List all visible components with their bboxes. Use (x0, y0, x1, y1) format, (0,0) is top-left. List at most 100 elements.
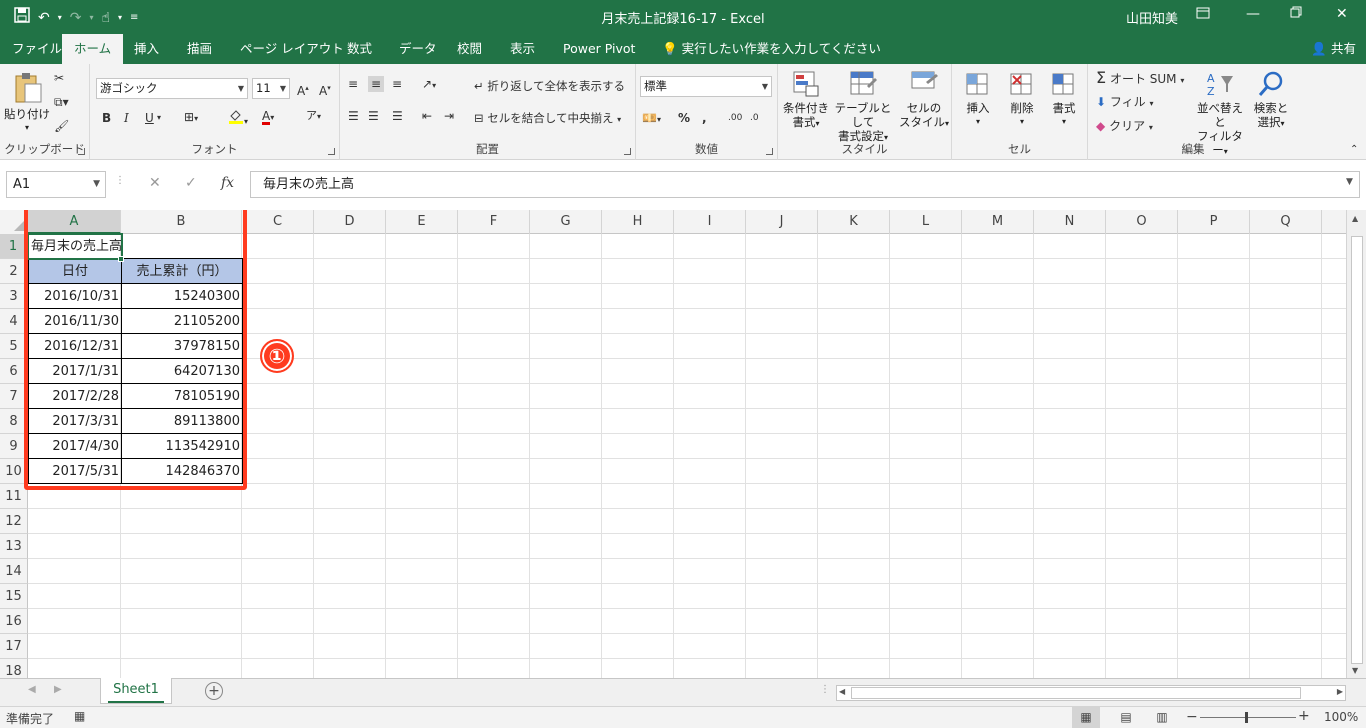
column-header-j[interactable]: J (746, 210, 818, 234)
fill-color-icon[interactable]: ▾ (228, 108, 248, 130)
tab-review[interactable]: 校閲 (445, 34, 494, 64)
font-color-icon[interactable]: A▾ (262, 108, 274, 126)
clear-button[interactable]: ◆ クリア ▾ (1096, 118, 1153, 136)
cancel-icon[interactable]: ✕ (149, 175, 161, 191)
column-header-q[interactable]: Q (1250, 210, 1322, 234)
tab-insert[interactable]: 挿入 (122, 34, 171, 64)
worksheet-grid[interactable]: ABCDEFGHIJKLMNOPQ 1 2 3 4 5 6 7 8 9 10 11 12 13 14 15 1… (0, 210, 1366, 678)
align-center-icon[interactable]: ☰ (368, 108, 379, 124)
format-cells-button[interactable]: 書式 ▾ (1042, 70, 1086, 129)
find-select-button[interactable]: 検索と 選択▾ (1248, 70, 1294, 131)
cut-icon[interactable]: ✂ (54, 70, 64, 86)
column-header-i[interactable]: I (674, 210, 746, 234)
increase-decimal-icon[interactable]: .00 (728, 110, 742, 126)
zoom-slider[interactable] (1200, 717, 1296, 718)
close-icon[interactable]: ✕ (1336, 6, 1348, 22)
orientation-icon[interactable]: ↗▾ (422, 76, 436, 94)
tab-draw[interactable]: 描画 (175, 34, 224, 64)
row-header-14[interactable]: 14 (0, 559, 28, 584)
align-middle-icon[interactable]: ≡ (368, 76, 385, 92)
tab-power-pivot[interactable]: Power Pivot (551, 34, 647, 64)
tab-data[interactable]: データ (387, 34, 449, 64)
merge-center-button[interactable]: ⊟ セルを結合して中央揃え ▾ (474, 110, 621, 128)
alignment-launcher-icon[interactable] (624, 148, 631, 155)
zoom-slider-thumb[interactable] (1245, 712, 1248, 723)
format-painter-icon[interactable]: 🖌 (54, 118, 69, 134)
cell-styles-button[interactable]: セルの スタイル▾ (898, 70, 950, 131)
underline-dropdown-icon[interactable]: ▾ (157, 110, 161, 126)
zoom-in-icon[interactable]: + (1298, 708, 1310, 724)
number-format-combo[interactable]: 標準 ▼ (640, 76, 772, 97)
tab-formulas[interactable]: 数式 (335, 34, 384, 64)
number-launcher-icon[interactable] (766, 148, 773, 155)
bold-button[interactable]: B (102, 110, 111, 126)
clipboard-launcher-icon[interactable] (78, 148, 85, 155)
shrink-font-icon[interactable]: A▾ (319, 80, 331, 99)
row-header-16[interactable]: 16 (0, 609, 28, 634)
percent-style-icon[interactable]: % (678, 110, 690, 126)
vertical-scrollbar[interactable]: ▲ ▼ (1346, 210, 1366, 678)
borders-icon[interactable]: ⊞▾ (184, 109, 198, 127)
scroll-down-icon[interactable]: ▼ (1352, 666, 1358, 675)
enter-icon[interactable]: ✓ (185, 175, 197, 191)
copy-icon[interactable]: ⧉▾ (54, 94, 69, 110)
minimize-icon[interactable]: — (1246, 6, 1260, 22)
align-right-icon[interactable]: ☰ (392, 108, 403, 124)
prev-sheet-icon[interactable]: ◀ (28, 684, 36, 695)
column-header-p[interactable]: P (1178, 210, 1250, 234)
font-launcher-icon[interactable] (328, 148, 335, 155)
row-header-12[interactable]: 12 (0, 509, 28, 534)
column-header-l[interactable]: L (890, 210, 962, 234)
align-top-icon[interactable]: ≡ (348, 76, 358, 92)
next-sheet-icon[interactable]: ▶ (54, 684, 62, 695)
delete-cells-button[interactable]: 削除 ▾ (1000, 70, 1044, 129)
row-header-13[interactable]: 13 (0, 534, 28, 559)
underline-button[interactable]: U (145, 110, 154, 126)
user-name[interactable]: 山田知美 (1126, 8, 1178, 27)
insert-cells-button[interactable]: 挿入 ▾ (956, 70, 1000, 129)
scroll-left-icon[interactable]: ◀ (839, 687, 845, 696)
font-size-combo[interactable]: 11 ▼ (252, 78, 290, 99)
formula-input[interactable]: 毎月末の売上高 (250, 171, 1360, 198)
grow-font-icon[interactable]: A▴ (297, 80, 309, 99)
scroll-up-icon[interactable]: ▲ (1352, 214, 1358, 223)
column-header-e[interactable]: E (386, 210, 458, 234)
row-header-18[interactable]: 18 (0, 659, 28, 678)
zoom-out-icon[interactable]: − (1186, 709, 1198, 725)
phonetic-icon[interactable]: ア▾ (306, 108, 321, 125)
macro-record-icon[interactable]: ▦ (74, 709, 85, 723)
column-header-n[interactable]: N (1034, 210, 1106, 234)
name-box[interactable]: A1 ▼ (6, 171, 106, 198)
align-bottom-icon[interactable]: ≡ (392, 76, 402, 92)
vertical-scroll-thumb[interactable] (1351, 236, 1363, 664)
restore-icon[interactable] (1290, 6, 1302, 22)
page-break-view-icon[interactable]: ▥ (1152, 707, 1172, 728)
more-sheets-icon[interactable]: ⋮ (820, 684, 830, 695)
collapse-ribbon-icon[interactable]: ⌃ (1350, 142, 1358, 158)
column-header-h[interactable]: H (602, 210, 674, 234)
accounting-format-icon[interactable]: 💴▾ (642, 110, 661, 128)
row-header-15[interactable]: 15 (0, 584, 28, 609)
column-header-f[interactable]: F (458, 210, 530, 234)
new-sheet-icon[interactable]: + (205, 682, 223, 700)
column-header-c[interactable]: C (242, 210, 314, 234)
horizontal-scroll-thumb[interactable] (851, 687, 1301, 699)
row-header-17[interactable]: 17 (0, 634, 28, 659)
page-layout-view-icon[interactable]: ▤ (1116, 707, 1136, 728)
scroll-right-icon[interactable]: ▶ (1337, 687, 1343, 696)
comma-style-icon[interactable]: , (702, 110, 707, 126)
horizontal-scrollbar[interactable]: ◀ ▶ (836, 685, 1346, 701)
font-name-combo[interactable]: 游ゴシック ▼ (96, 78, 248, 99)
decrease-decimal-icon[interactable]: .0 (750, 110, 759, 126)
italic-button[interactable]: I (124, 110, 129, 126)
autosum-button[interactable]: Σ オート SUM ▾ (1096, 70, 1184, 89)
normal-view-icon[interactable]: ▦ (1072, 707, 1100, 728)
ribbon-display-icon[interactable] (1196, 6, 1210, 24)
fill-button[interactable]: ⬇ フィル ▾ (1096, 94, 1154, 112)
tell-me-search[interactable]: 💡 実行したい作業を入力してください (650, 34, 893, 64)
zoom-level[interactable]: 100% (1324, 710, 1358, 724)
insert-function-icon[interactable]: fx (221, 175, 234, 191)
format-as-table-button[interactable]: テーブルとして 書式設定▾ (830, 70, 896, 145)
column-header-k[interactable]: K (818, 210, 890, 234)
increase-indent-icon[interactable]: ⇥ (444, 108, 454, 124)
